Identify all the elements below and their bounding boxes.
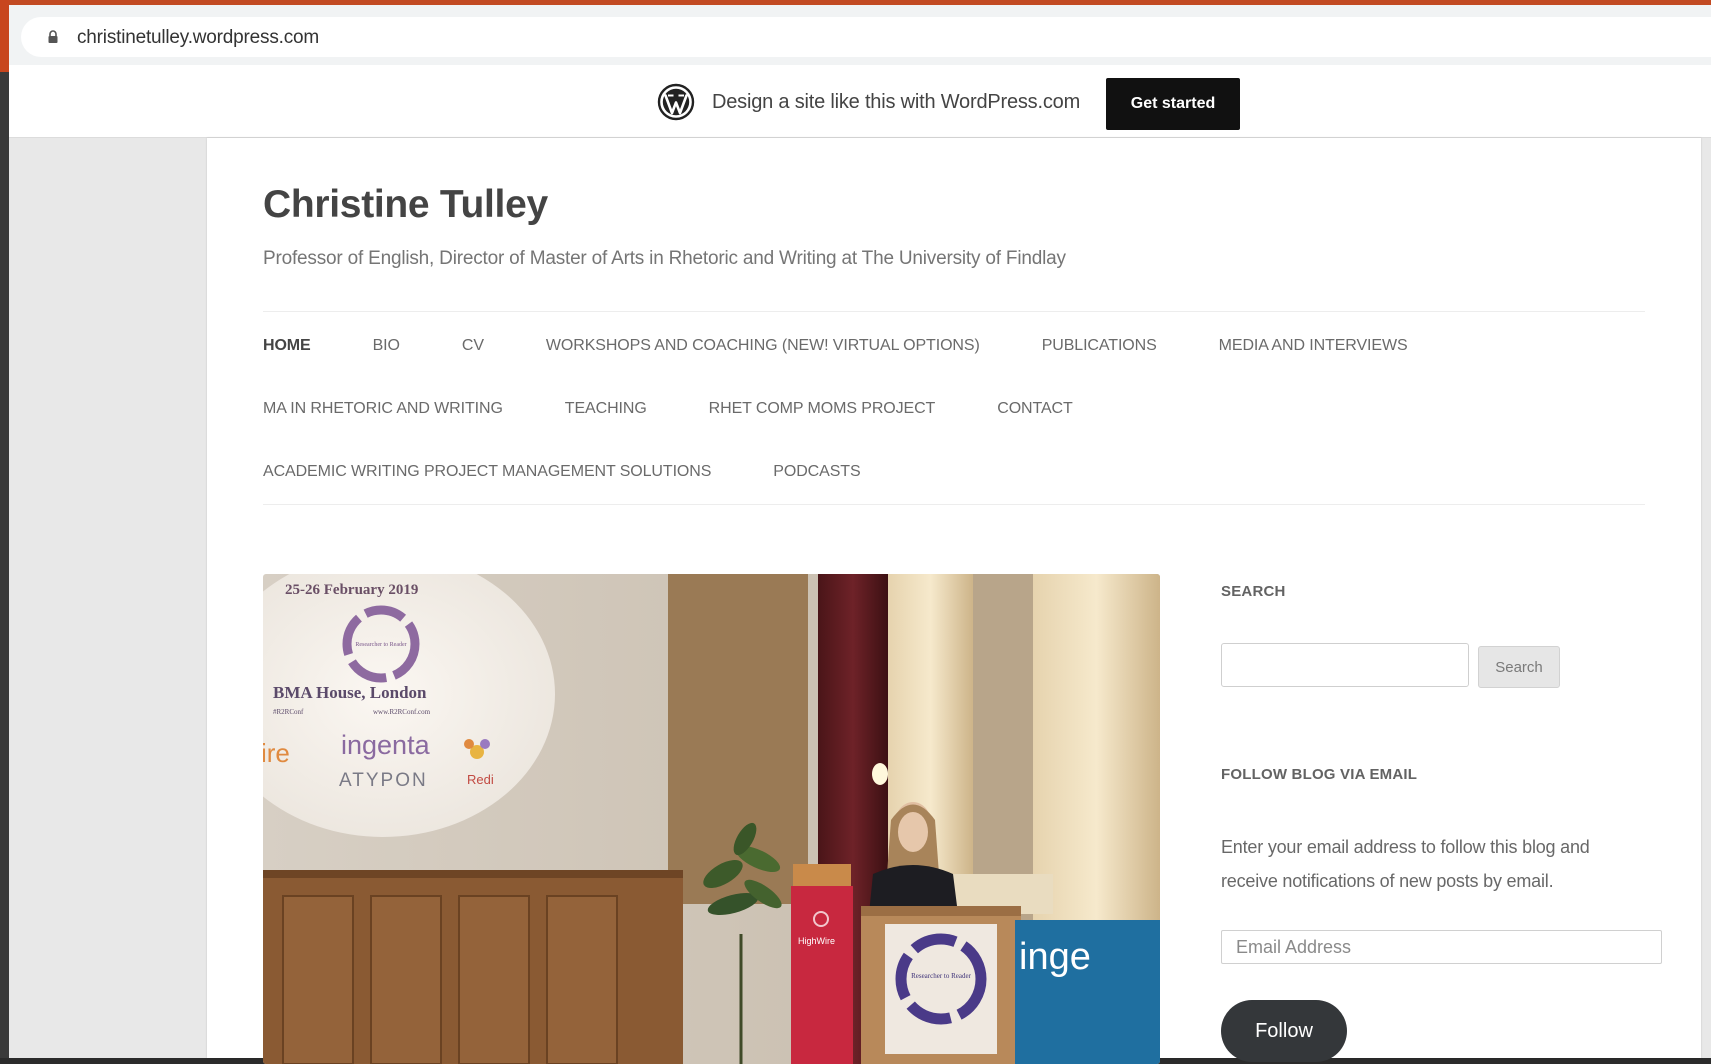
- follow-button[interactable]: Follow: [1221, 1000, 1347, 1062]
- site-title[interactable]: Christine Tulley: [263, 183, 548, 227]
- slide-venue: BMA House, London: [273, 683, 427, 702]
- nav-row: MA IN RHETORIC AND WRITING TEACHING RHET…: [263, 400, 1073, 428]
- address-bar: christinetulley.wordpress.com: [9, 5, 1711, 65]
- slide-date: 25-26 February 2019: [285, 582, 418, 598]
- nav-item-cv[interactable]: CV: [462, 337, 484, 365]
- wordpress-promo-banner: Design a site like this with WordPress.c…: [9, 65, 1711, 138]
- nav-item-teaching[interactable]: TEACHING: [565, 400, 647, 428]
- email-field[interactable]: [1221, 930, 1662, 964]
- panel-rail: [263, 870, 683, 878]
- lock-icon: [48, 30, 58, 43]
- nav-row: ACADEMIC WRITING PROJECT MANAGEMENT SOLU…: [263, 463, 861, 491]
- nav-divider-bottom: [263, 504, 1645, 505]
- url-text: christinetulley.wordpress.com: [77, 27, 319, 48]
- wall-light: [872, 763, 888, 785]
- sponsor-ingenta: ingenta: [341, 730, 431, 760]
- sponsor-fragment: ire: [263, 738, 290, 768]
- slide-hashtag: #R2RConf: [273, 708, 304, 716]
- slide-site: www.R2RConf.com: [373, 708, 431, 716]
- banner-fragment: inge: [1019, 936, 1091, 978]
- slide-badge: Researcher to Reader: [355, 642, 406, 648]
- nav-item-rhet-comp-moms[interactable]: RHET COMP MOMS PROJECT: [709, 400, 936, 428]
- wordpress-logo-icon[interactable]: [657, 83, 695, 121]
- podium-top: [861, 906, 1021, 916]
- nav-item-ma-program[interactable]: MA IN RHETORIC AND WRITING: [263, 400, 503, 428]
- nav-row: HOME BIO CV WORKSHOPS AND COACHING (NEW!…: [263, 337, 1408, 365]
- nav-item-academic-writing[interactable]: ACADEMIC WRITING PROJECT MANAGEMENT SOLU…: [263, 463, 711, 491]
- follow-description: Enter your email address to follow this …: [1221, 837, 1590, 891]
- get-started-button[interactable]: Get started: [1106, 78, 1240, 130]
- site-description: Professor of English, Director of Master…: [263, 248, 1066, 269]
- nav-divider-top: [263, 311, 1645, 312]
- conference-photo: 25-26 February 2019 Researcher to Reader…: [263, 574, 1160, 1064]
- nav-item-publications[interactable]: PUBLICATIONS: [1042, 337, 1157, 365]
- os-accent: [0, 0, 9, 72]
- site-page: Christine Tulley Professor of English, D…: [207, 138, 1701, 1064]
- podium-badge: Researcher to Reader: [911, 972, 972, 980]
- sponsor-atypon: ATYPON: [339, 770, 428, 791]
- url-field[interactable]: christinetulley.wordpress.com: [21, 17, 1711, 57]
- podium-label: HighWire: [798, 936, 835, 946]
- os-left-edge: [0, 0, 9, 1058]
- banner-stand-top: [793, 864, 851, 888]
- nav-item-bio[interactable]: BIO: [373, 337, 400, 365]
- search-widget-title: SEARCH: [1221, 583, 1286, 600]
- wood-panel: [370, 895, 442, 1064]
- nav-item-home[interactable]: HOME: [263, 337, 311, 365]
- nav-item-media[interactable]: MEDIA AND INTERVIEWS: [1219, 337, 1408, 365]
- nav-item-workshops[interactable]: WORKSHOPS AND COACHING (NEW! VIRTUAL OPT…: [546, 337, 980, 365]
- follow-widget-title: FOLLOW BLOG VIA EMAIL: [1221, 766, 1418, 783]
- nav-item-podcasts[interactable]: PODCASTS: [773, 463, 860, 491]
- sponsor-redi: Redi: [467, 772, 494, 787]
- wood-panel: [458, 895, 530, 1064]
- wood-panel: [282, 895, 354, 1064]
- search-button[interactable]: Search: [1478, 646, 1560, 688]
- sponsor-logo-icon: [464, 739, 474, 749]
- sponsor-logo-icon: [480, 739, 490, 749]
- nav-item-contact[interactable]: CONTACT: [997, 400, 1073, 428]
- search-input[interactable]: [1221, 643, 1469, 687]
- browser-window: christinetulley.wordpress.com Design a s…: [9, 5, 1711, 1064]
- featured-image[interactable]: 25-26 February 2019 Researcher to Reader…: [263, 574, 1160, 1064]
- wood-panel: [546, 895, 618, 1064]
- promo-text: Design a site like this with WordPress.c…: [712, 91, 1081, 113]
